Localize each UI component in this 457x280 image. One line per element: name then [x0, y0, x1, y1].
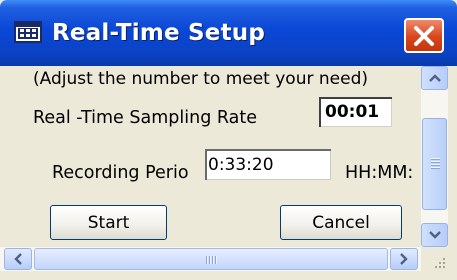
real-time-setup-window: Real-Time Setup (Adjust the number to me…: [0, 0, 457, 280]
sampling-rate-label: Real -Time Sampling Rate: [33, 108, 257, 128]
horizontal-scroll-thumb[interactable]: [34, 248, 388, 270]
sampling-rate-input[interactable]: [319, 97, 392, 127]
close-x-icon: [414, 26, 434, 46]
vertical-scroll-thumb[interactable]: [422, 118, 447, 210]
chevron-left-icon: [14, 253, 22, 265]
table-window-icon: [14, 21, 42, 43]
scroll-down-button[interactable]: [421, 223, 448, 247]
start-button[interactable]: Start: [50, 205, 167, 240]
cancel-button[interactable]: Cancel: [280, 205, 402, 240]
thumb-grip-icon: [431, 157, 440, 169]
scroll-left-button[interactable]: [4, 248, 32, 270]
instruction-note: (Adjust the number to meet your need): [33, 69, 368, 89]
vertical-scrollbar[interactable]: [421, 66, 448, 247]
dialog-body: (Adjust the number to meet your need) Re…: [0, 66, 457, 280]
chevron-right-icon: [400, 253, 408, 265]
title-bar[interactable]: Real-Time Setup: [0, 0, 457, 66]
recording-period-input[interactable]: [205, 149, 331, 180]
recording-period-label: Recording Perio: [52, 163, 189, 183]
resize-grip-icon[interactable]: [421, 247, 448, 271]
window-title: Real-Time Setup: [52, 20, 266, 46]
scroll-right-button[interactable]: [390, 248, 418, 270]
thumb-grip-icon: [206, 256, 218, 264]
horizontal-scrollbar[interactable]: [0, 247, 421, 271]
chevron-up-icon: [428, 74, 441, 82]
scroll-up-button[interactable]: [421, 66, 448, 90]
chevron-down-icon: [428, 231, 441, 239]
close-button[interactable]: [404, 18, 444, 53]
time-units-label: HH:MM:: [345, 163, 414, 183]
